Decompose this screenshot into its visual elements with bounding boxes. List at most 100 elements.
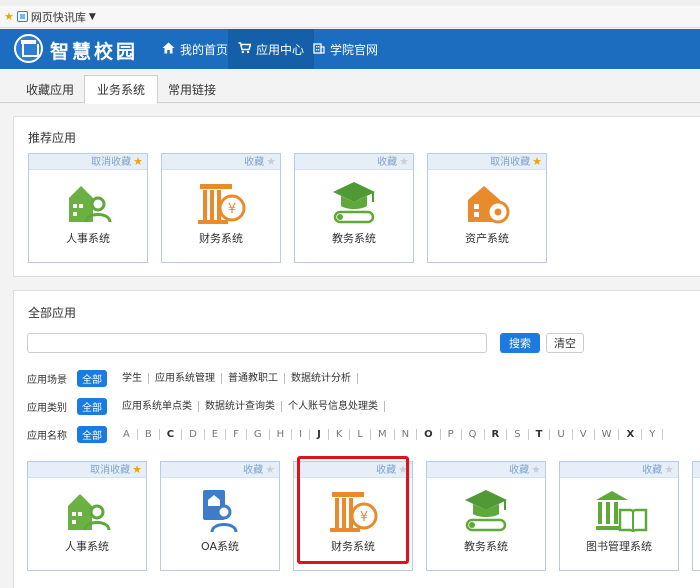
app-card-library[interactable]: 收藏 ★ 图书管理系统: [559, 461, 679, 571]
card-favorite-toggle[interactable]: 收藏 ★: [427, 462, 545, 478]
letter-filter-n[interactable]: N: [395, 428, 418, 440]
search-button[interactable]: 搜索: [500, 333, 540, 353]
letter-filter-k[interactable]: K: [329, 428, 351, 440]
letter-filter-j[interactable]: J: [310, 428, 329, 440]
app-card-personnel[interactable]: 取消收藏 ★ 人事系统: [28, 153, 148, 263]
selection-highlight: [297, 456, 409, 564]
filter-option[interactable]: 学生: [116, 372, 149, 384]
app-name: OA系统: [201, 540, 239, 553]
app-card-finance[interactable]: 收藏 ★ ¥ 财务系统: [161, 153, 281, 263]
nav-home-label: 我的首页: [180, 42, 229, 57]
tab-favorites[interactable]: 收藏应用: [14, 75, 86, 104]
card-favorite-toggle[interactable]: 取消收藏 ★: [28, 462, 146, 478]
card-favorite-toggle[interactable]: 收藏 ★: [560, 462, 678, 478]
letter-filter-w[interactable]: W: [595, 428, 620, 440]
star-icon: ★: [132, 463, 142, 476]
filter-label: 应用名称: [27, 430, 67, 442]
app-name: 教务系统: [332, 232, 376, 245]
nav-college-site[interactable]: 学院官网: [303, 29, 388, 69]
letter-filter-f[interactable]: F: [226, 428, 247, 440]
app-card-academic[interactable]: 收藏 ★ 教务系统: [426, 461, 546, 571]
filter-option[interactable]: 应用系统单点类: [116, 400, 199, 412]
app-card-asset[interactable]: 取消收藏 ★ 资产系统: [427, 153, 547, 263]
filter-all-name[interactable]: 全部: [77, 425, 107, 443]
nav-home[interactable]: 我的首页: [152, 29, 238, 69]
app-card-partial[interactable]: [692, 461, 700, 571]
letter-filter-u[interactable]: U: [550, 428, 573, 440]
star-icon: ★: [133, 155, 143, 168]
filter-row-name: 应用名称 全部 ABCDEFGHIJKLMNOPQRSTUVWXY: [27, 425, 664, 443]
tab-common-links[interactable]: 常用链接: [156, 75, 228, 104]
app-name: 人事系统: [66, 232, 110, 245]
letter-filter-c[interactable]: C: [160, 428, 183, 440]
filter-all-scene[interactable]: 全部: [77, 369, 107, 387]
letter-filter-a[interactable]: A: [116, 428, 138, 440]
letter-filter-x[interactable]: X: [619, 428, 643, 440]
letter-filter-b[interactable]: B: [138, 428, 160, 440]
site-logo-text[interactable]: 智慧校园: [50, 37, 138, 64]
letter-filter-l[interactable]: L: [350, 428, 371, 440]
letter-filter-d[interactable]: D: [182, 428, 205, 440]
search-input[interactable]: [27, 333, 487, 353]
web-slice-gallery-link[interactable]: 网页快讯库: [31, 9, 86, 25]
home-icon: [162, 42, 175, 57]
tab-business-systems[interactable]: 业务系统: [84, 75, 159, 104]
filter-option[interactable]: 应用系统管理: [149, 372, 222, 384]
letter-filter-g[interactable]: G: [247, 428, 270, 440]
site-header: 智慧校园 我的首页 应用中心 学院官网: [0, 29, 700, 69]
star-icon: ★: [266, 155, 276, 168]
app-name: 图书管理系统: [586, 540, 652, 553]
favorites-star-icon[interactable]: ★: [4, 10, 14, 23]
star-icon: ★: [531, 463, 541, 476]
academic-icon: [295, 178, 413, 228]
nav-app-center[interactable]: 应用中心: [228, 29, 315, 69]
personnel-icon: [28, 486, 146, 536]
card-favorite-toggle[interactable]: 收藏 ★: [162, 154, 280, 170]
card-favorite-toggle[interactable]: 收藏 ★: [161, 462, 279, 478]
recommended-apps-panel: 推荐应用 取消收藏 ★ 人事系统 收藏 ★ ¥ 财务系统 收藏 ★ 教务系统 取消收藏…: [13, 116, 700, 277]
clear-button[interactable]: 清空: [546, 333, 584, 353]
cart-icon: [238, 41, 252, 57]
letter-filter-p[interactable]: P: [441, 428, 462, 440]
card-favorite-toggle[interactable]: 取消收藏 ★: [428, 154, 546, 170]
library-icon: [560, 486, 678, 536]
filter-all-category[interactable]: 全部: [77, 397, 107, 415]
all-apps-title: 全部应用: [28, 306, 77, 320]
logo-emblem-icon: [14, 34, 43, 63]
app-name: 资产系统: [465, 232, 509, 245]
app-name: 人事系统: [65, 540, 109, 553]
card-favorite-toggle[interactable]: 收藏 ★: [295, 154, 413, 170]
filter-option[interactable]: 数据统计查询类: [199, 400, 282, 412]
letter-filter-e[interactable]: E: [205, 428, 227, 440]
letter-filter-m[interactable]: M: [371, 428, 395, 440]
academic-icon: [427, 486, 545, 536]
favorites-bar: ★ 网页快讯库 ▼: [0, 6, 700, 28]
letter-filter-t[interactable]: T: [529, 428, 551, 440]
web-slice-icon: [16, 11, 28, 22]
dropdown-caret-icon[interactable]: ▼: [89, 12, 96, 22]
app-card-academic[interactable]: 收藏 ★ 教务系统: [294, 153, 414, 263]
filter-option[interactable]: 普通教职工: [222, 372, 285, 384]
letter-filter-h[interactable]: H: [270, 428, 293, 440]
filter-row-scene: 应用场景 全部 学生 应用系统管理 普通教职工 数据统计分析: [27, 369, 358, 387]
letter-filter-o[interactable]: O: [417, 428, 441, 440]
nav-college-site-label: 学院官网: [330, 42, 379, 57]
letter-filter-i[interactable]: I: [292, 428, 311, 440]
filter-option[interactable]: 个人账号信息处理类: [282, 400, 385, 412]
letter-filter-r[interactable]: R: [485, 428, 508, 440]
star-icon: ★: [399, 155, 409, 168]
app-card-personnel[interactable]: 取消收藏 ★ 人事系统: [27, 461, 147, 571]
svg-text:¥: ¥: [228, 202, 236, 217]
letter-filter-v[interactable]: V: [573, 428, 595, 440]
filter-option[interactable]: 数据统计分析: [285, 372, 358, 384]
letter-filter-y[interactable]: Y: [642, 428, 664, 440]
filter-label: 应用场景: [27, 374, 67, 386]
oa-icon: [161, 486, 279, 536]
filter-label: 应用类别: [27, 402, 67, 414]
recommended-apps-title: 推荐应用: [28, 131, 77, 145]
letter-filter-s[interactable]: S: [507, 428, 529, 440]
app-card-oa[interactable]: 收藏 ★ OA系统: [160, 461, 280, 571]
letter-filter-q[interactable]: Q: [462, 428, 485, 440]
star-icon: ★: [532, 155, 542, 168]
card-favorite-toggle[interactable]: 取消收藏 ★: [29, 154, 147, 170]
